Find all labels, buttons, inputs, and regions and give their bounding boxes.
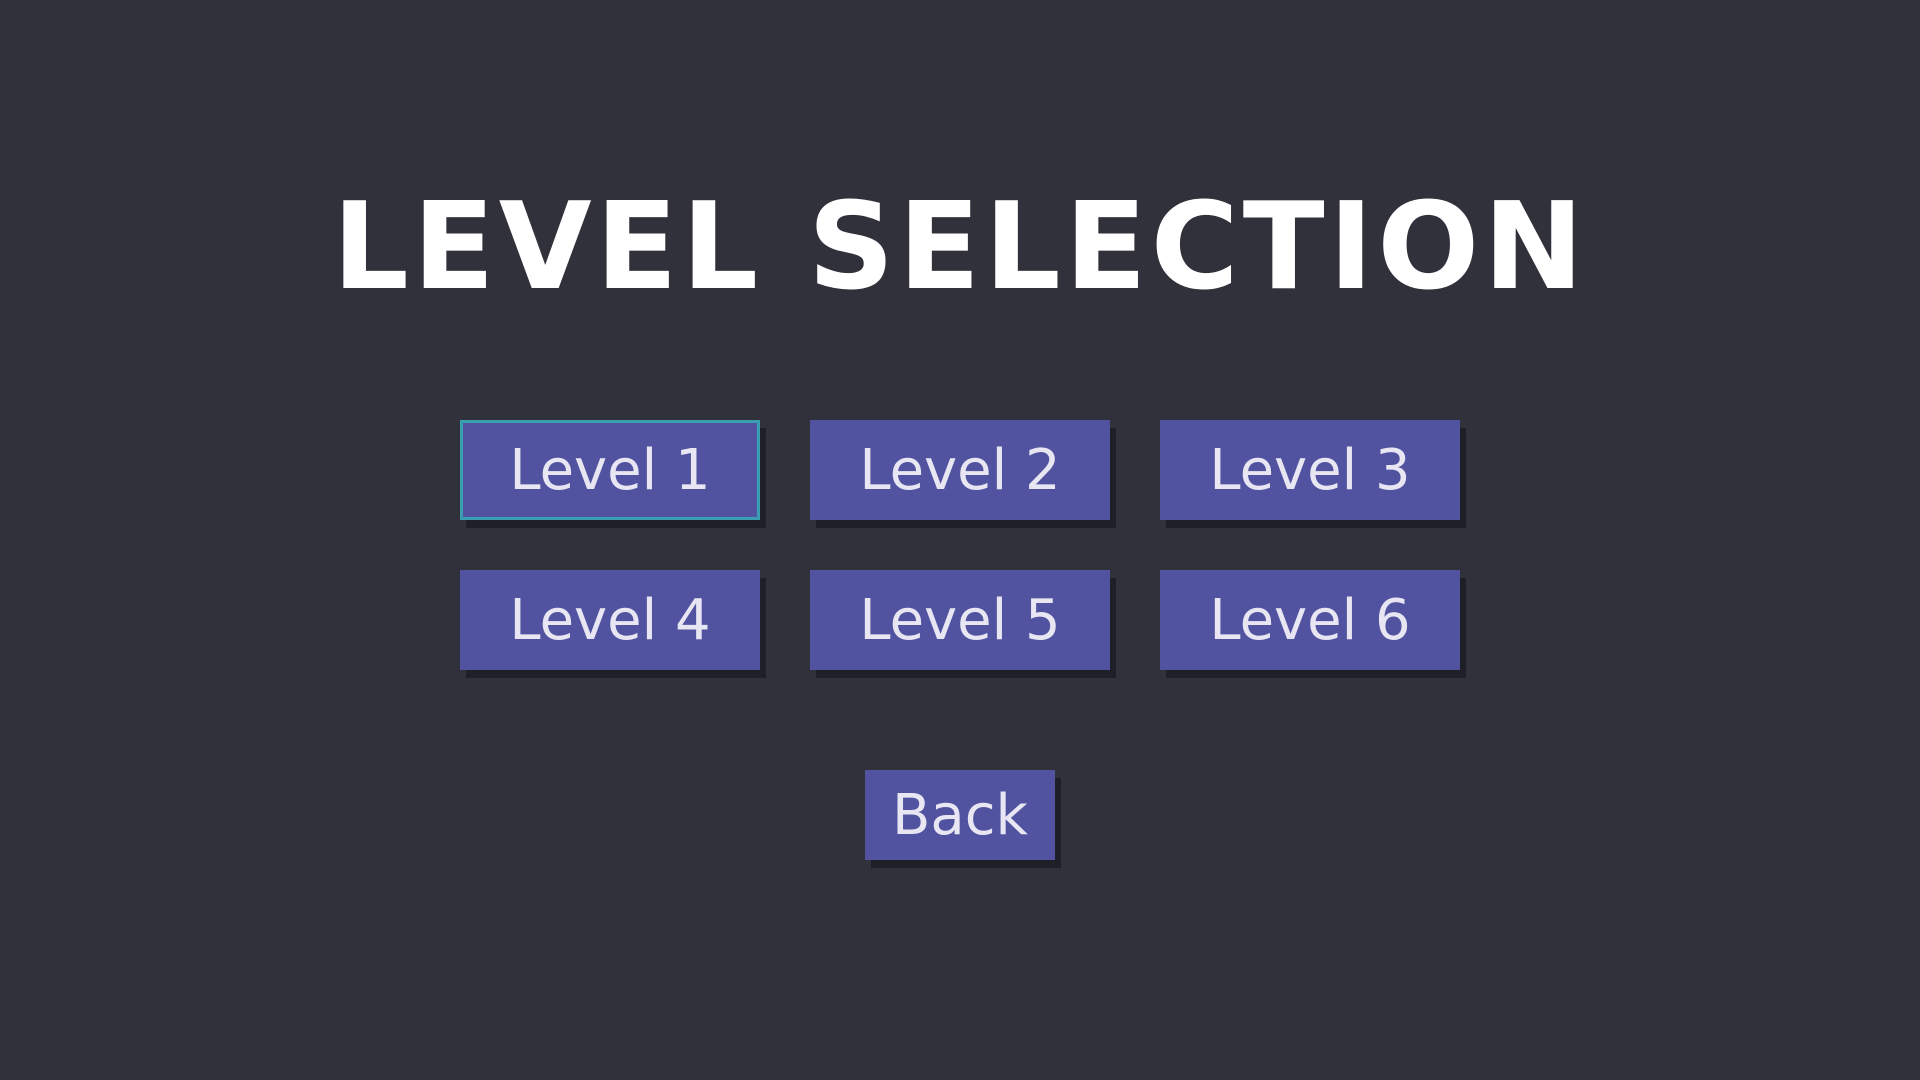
- page-title: LEVEL SELECTION: [332, 178, 1588, 317]
- level-6-button[interactable]: Level 6: [1160, 570, 1460, 670]
- level-4-label: Level 4: [509, 587, 711, 653]
- level-2-label: Level 2: [859, 437, 1061, 503]
- level-selection-screen: LEVEL SELECTION Level 1 Level 2 Level 3 …: [0, 0, 1920, 1080]
- back-label: Back: [892, 782, 1028, 848]
- level-1-button[interactable]: Level 1: [460, 420, 760, 520]
- level-5-button[interactable]: Level 5: [810, 570, 1110, 670]
- level-4-button[interactable]: Level 4: [460, 570, 760, 670]
- level-5-label: Level 5: [859, 587, 1061, 653]
- back-button[interactable]: Back: [865, 770, 1055, 860]
- level-3-label: Level 3: [1209, 437, 1411, 503]
- level-3-button[interactable]: Level 3: [1160, 420, 1460, 520]
- level-2-button[interactable]: Level 2: [810, 420, 1110, 520]
- level-6-label: Level 6: [1209, 587, 1411, 653]
- level-1-label: Level 1: [509, 437, 711, 503]
